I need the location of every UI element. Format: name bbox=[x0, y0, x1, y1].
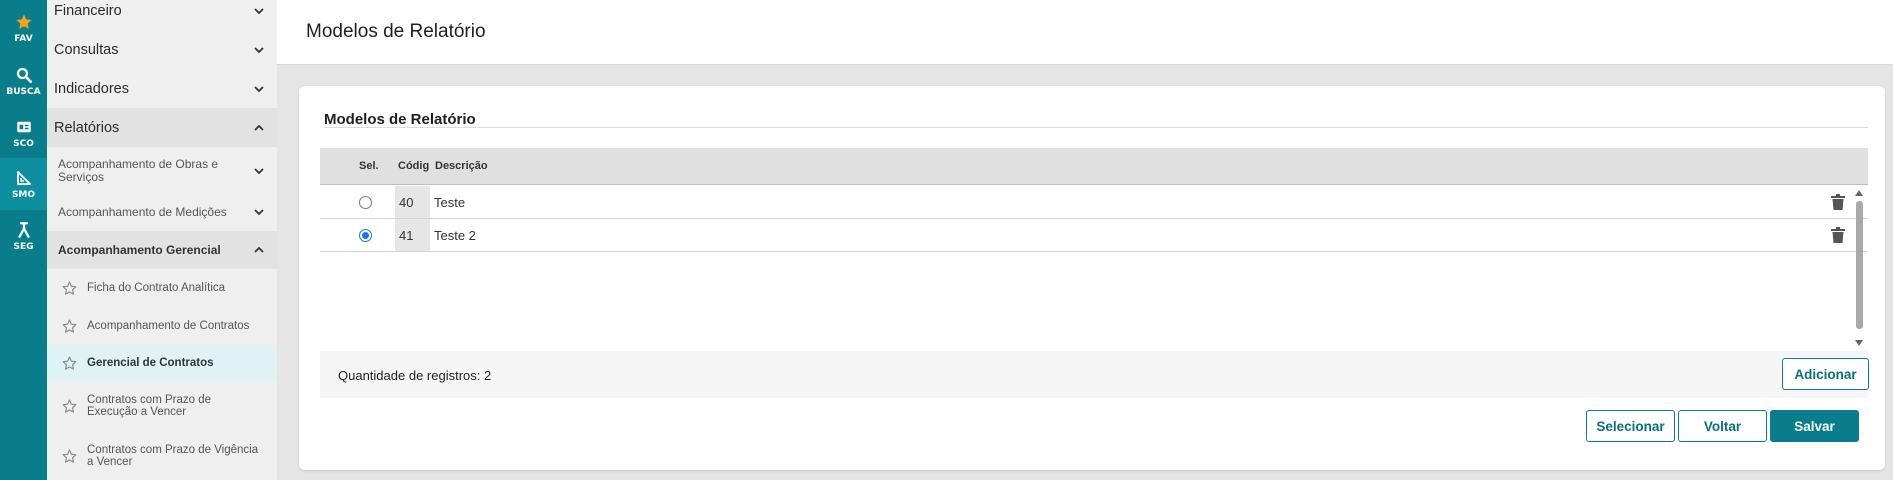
rail-sco[interactable]: SCO bbox=[0, 107, 47, 159]
save-button[interactable]: Salvar bbox=[1770, 410, 1859, 442]
sidebar-item-contratos[interactable]: Acompanhamento de Contratos bbox=[47, 307, 277, 345]
row-code: 40 bbox=[395, 186, 430, 218]
app-rail: FAV BUSCA SCO SMO SEG bbox=[0, 0, 47, 480]
rail-smo-label: SMO bbox=[11, 189, 36, 200]
search-icon bbox=[16, 67, 32, 83]
star-outline-icon bbox=[62, 449, 77, 463]
trash-icon[interactable] bbox=[1831, 194, 1845, 210]
row-description: Teste 2 bbox=[434, 228, 476, 243]
rail-busca-label: BUSCA bbox=[6, 86, 41, 97]
scroll-up-arrow[interactable] bbox=[1855, 190, 1863, 196]
table-scrollbar[interactable] bbox=[1852, 187, 1866, 351]
sidebar-item-obras[interactable]: Acompanhamento de Obras e Serviços bbox=[47, 150, 277, 192]
page-header: Modelos de Relatório bbox=[277, 0, 1893, 65]
back-button[interactable]: Voltar bbox=[1678, 410, 1767, 442]
ruler-icon bbox=[16, 170, 31, 185]
sidebar-item-gerencial[interactable]: Acompanhamento Gerencial bbox=[47, 231, 277, 269]
chevron-up-icon bbox=[254, 246, 264, 253]
sidebar-item-label: Indicadores bbox=[54, 80, 129, 97]
chevron-down-icon bbox=[254, 168, 264, 175]
chevron-down-icon bbox=[254, 209, 264, 216]
column-header-codigo[interactable]: Códig bbox=[398, 160, 429, 172]
star-outline-icon bbox=[62, 356, 77, 370]
sidebar-item-label: Financeiro bbox=[54, 2, 122, 19]
sidebar-item-label: Gerencial de Contratos bbox=[87, 356, 214, 369]
sidebar-item-indicadores[interactable]: Indicadores bbox=[47, 69, 277, 108]
person-icon bbox=[17, 221, 30, 238]
sidebar-item-medicoes[interactable]: Acompanhamento de Medições bbox=[47, 193, 277, 231]
sidebar-item-prazo-vigencia[interactable]: Contratos com Prazo de Vigência a Vencer bbox=[47, 431, 277, 480]
star-outline-icon bbox=[62, 399, 77, 413]
sidebar-item-label: Acompanhamento de Obras e Serviços bbox=[58, 157, 219, 184]
sidebar-item-financeiro[interactable]: Financeiro bbox=[47, 0, 277, 30]
sidebar-item-label: Acompanhamento de Medições bbox=[58, 204, 227, 219]
star-icon bbox=[16, 14, 31, 29]
sidebar-item-label: Consultas bbox=[54, 41, 119, 58]
rail-fav[interactable]: FAV bbox=[0, 2, 47, 54]
sidebar-item-label: Ficha do Contrato Analítica bbox=[87, 281, 226, 294]
table-footer: Quantidade de registros: 2 Adicionar bbox=[320, 351, 1869, 398]
sidebar-item-consultas[interactable]: Consultas bbox=[47, 30, 277, 69]
scroll-thumb[interactable] bbox=[1856, 201, 1863, 329]
rail-busca[interactable]: BUSCA bbox=[0, 55, 47, 107]
chevron-up-icon bbox=[254, 124, 264, 131]
card-icon bbox=[16, 121, 31, 132]
scroll-down-arrow[interactable] bbox=[1855, 340, 1863, 346]
table-row[interactable]: 41 Teste 2 bbox=[320, 219, 1868, 252]
sidebar: Financeiro Consultas Indicadores Relatór… bbox=[47, 0, 277, 480]
star-outline-icon bbox=[62, 319, 77, 333]
chevron-down-icon bbox=[254, 7, 264, 14]
star-outline-icon bbox=[62, 281, 77, 295]
chevron-down-icon bbox=[254, 46, 264, 53]
table-row[interactable]: 40 Teste bbox=[320, 186, 1868, 219]
sidebar-item-label: Contratos com Prazo de Execução a Vencer bbox=[87, 393, 212, 419]
column-header-descricao[interactable]: Descrição bbox=[435, 160, 488, 172]
card-title: Modelos de Relatório bbox=[324, 111, 476, 128]
rail-seg[interactable]: SEG bbox=[0, 210, 47, 262]
sidebar-item-label: Acompanhamento Gerencial bbox=[58, 243, 221, 257]
sidebar-item-label: Contratos com Prazo de Vigência a Vencer bbox=[87, 443, 259, 469]
sidebar-item-label: Relatórios bbox=[54, 119, 120, 136]
column-header-sel[interactable]: Sel. bbox=[359, 160, 379, 172]
record-count: Quantidade de registros: 2 bbox=[338, 368, 492, 383]
select-button[interactable]: Selecionar bbox=[1586, 410, 1675, 442]
trash-icon[interactable] bbox=[1831, 227, 1845, 243]
sidebar-item-relatorios[interactable]: Relatórios bbox=[47, 108, 277, 147]
sidebar-item-ficha[interactable]: Ficha do Contrato Analítica bbox=[47, 269, 277, 307]
page-title: Modelos de Relatório bbox=[306, 21, 486, 42]
add-button[interactable]: Adicionar bbox=[1782, 358, 1869, 390]
sidebar-item-label: Acompanhamento de Contratos bbox=[87, 319, 250, 332]
rail-smo[interactable]: SMO bbox=[0, 158, 47, 210]
rail-seg-label: SEG bbox=[13, 241, 34, 252]
sidebar-item-prazo-execucao[interactable]: Contratos com Prazo de Execução a Vencer bbox=[47, 381, 277, 431]
rail-fav-label: FAV bbox=[14, 33, 33, 44]
sidebar-item-gerencial-contratos[interactable]: Gerencial de Contratos bbox=[47, 345, 277, 381]
divider bbox=[324, 127, 1868, 128]
row-select-radio[interactable] bbox=[359, 196, 372, 209]
row-code: 41 bbox=[395, 219, 430, 251]
rail-sco-label: SCO bbox=[13, 138, 34, 149]
chevron-down-icon bbox=[254, 85, 264, 92]
report-models-card: Modelos de Relatório Sel. Códig Descriçã… bbox=[299, 86, 1885, 470]
table-header: Sel. Códig Descrição bbox=[320, 148, 1868, 185]
row-description: Teste bbox=[434, 195, 466, 210]
row-select-radio[interactable] bbox=[359, 229, 372, 242]
